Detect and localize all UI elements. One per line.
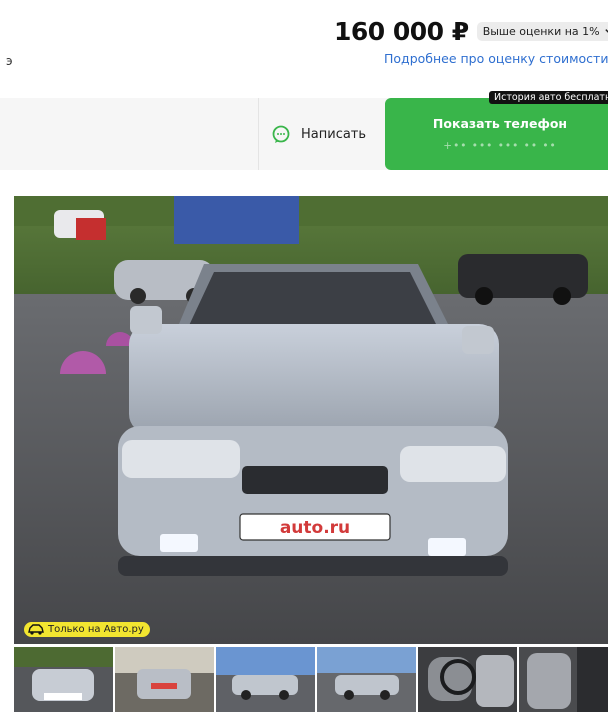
- thumbnail[interactable]: [317, 647, 416, 712]
- evaluation-badge-label: Выше оценки на 1%: [482, 24, 600, 38]
- chevron-down-icon: [604, 28, 608, 33]
- chat-bubble-icon: [272, 125, 290, 143]
- photo-thumbnails: [14, 647, 608, 712]
- write-message-label: Написать: [301, 126, 367, 142]
- evaluation-details-link[interactable]: Подробнее про оценку стоимости: [384, 51, 608, 66]
- write-message-button[interactable]: Написать: [258, 98, 384, 170]
- contact-row: Написать Показать телефон +•• ••• ••• ••…: [0, 98, 608, 170]
- evaluation-dropdown[interactable]: Выше оценки на 1%: [476, 21, 608, 41]
- thumbnail[interactable]: [519, 647, 608, 712]
- masked-phone: +•• ••• ••• •• ••: [443, 140, 557, 152]
- exclusive-badge-label: Только на Авто.ру: [48, 624, 144, 635]
- exclusive-badge: Только на Авто.ру: [24, 622, 150, 637]
- show-phone-label: Показать телефон: [432, 116, 568, 131]
- clipped-text: э: [6, 54, 13, 68]
- car-icon: [28, 624, 44, 635]
- price: 160 000 ₽: [334, 16, 469, 46]
- car-hood: [129, 324, 499, 434]
- blue-fence: [174, 196, 299, 244]
- thumbnail[interactable]: [418, 647, 517, 712]
- plate-text: auto.ru: [280, 518, 350, 538]
- thumbnail[interactable]: [216, 647, 315, 712]
- thumbnail[interactable]: [14, 647, 113, 712]
- show-phone-button[interactable]: Показать телефон +•• ••• ••• •• ••: [385, 98, 608, 170]
- thumbnail[interactable]: [115, 647, 214, 712]
- price-row: 160 000 ₽ Выше оценки на 1%: [334, 14, 608, 48]
- main-car-photo[interactable]: auto.ru: [14, 196, 608, 644]
- history-tag: История авто бесплатно: [489, 91, 608, 104]
